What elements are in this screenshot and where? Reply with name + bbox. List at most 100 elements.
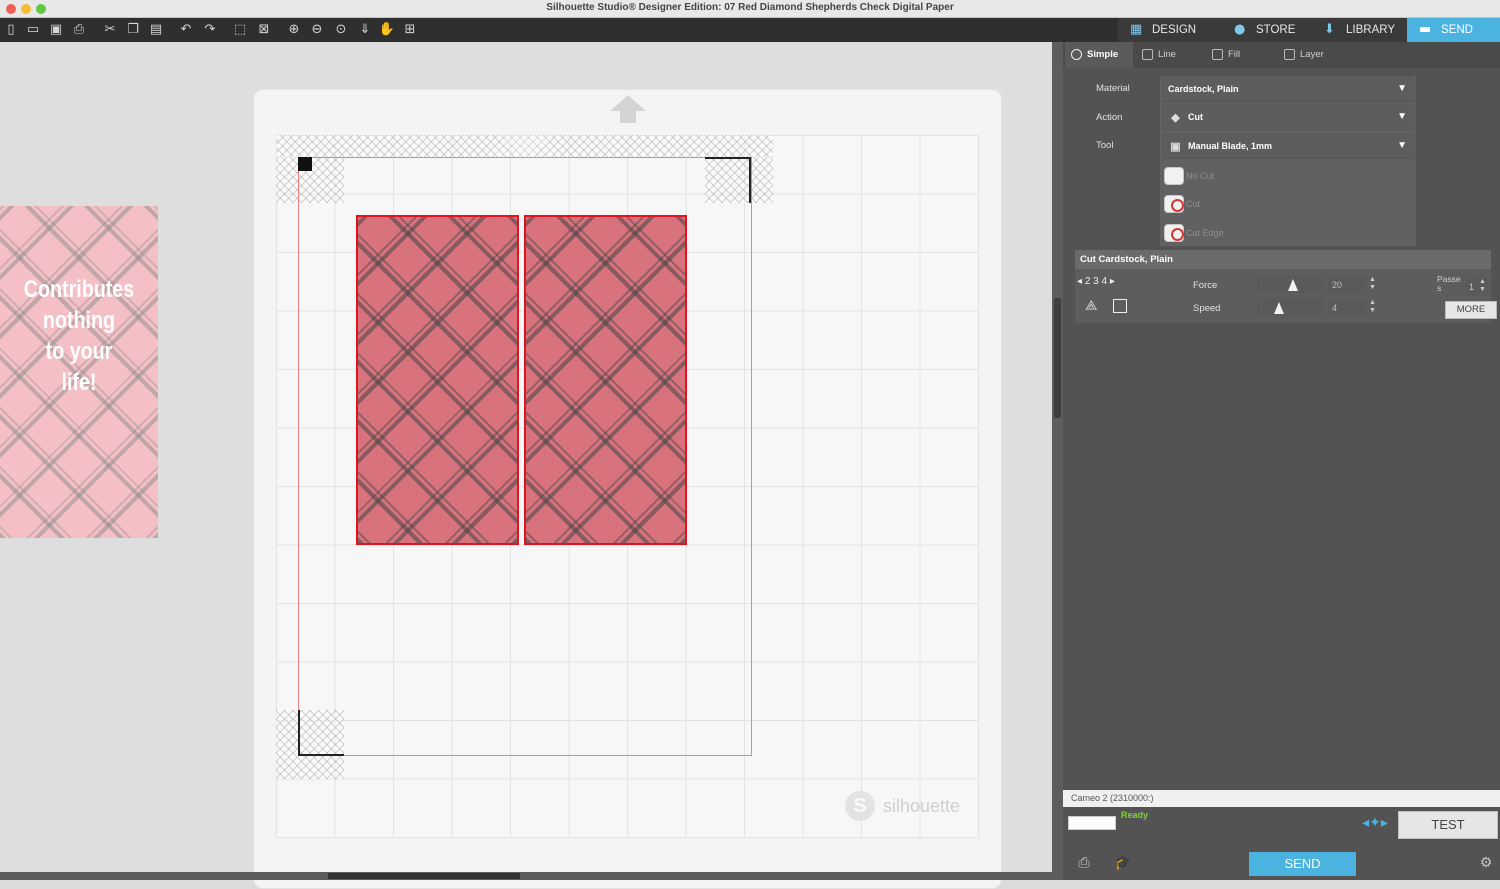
move-arrows-icon[interactable]: ◂✦▸: [1360, 811, 1390, 835]
cameo-icon: ▬: [1419, 22, 1432, 37]
tab-simple[interactable]: Simple: [1065, 42, 1133, 68]
preview-quote-text: Contributes nothing to your life!: [23, 276, 135, 396]
save-icon[interactable]: ▣: [47, 21, 65, 39]
zoom-in-icon[interactable]: ⊕: [285, 21, 303, 39]
tool-value: Manual Blade, 1mm: [1188, 141, 1273, 151]
manual-blade-icon: ▣: [1170, 140, 1181, 153]
action-value: Cut: [1188, 112, 1203, 122]
line-icon: [1142, 49, 1153, 60]
horizontal-scroll-thumb[interactable]: [328, 873, 520, 879]
passes-stepper-icon[interactable]: ▲ ▼: [1479, 278, 1486, 294]
tab-send[interactable]: ▬ SEND: [1407, 18, 1500, 42]
tab-store-label: STORE: [1256, 24, 1296, 36]
option-no-cut-label: No Cut: [1186, 171, 1215, 181]
paste-icon[interactable]: ▤: [147, 21, 165, 39]
material-value: Cardstock, Plain: [1168, 84, 1239, 94]
tab-library-label: LIBRARY: [1346, 24, 1396, 36]
move-down-icon[interactable]: ⇓: [356, 21, 374, 39]
tool-select[interactable]: ▣ Manual Blade, 1mm ▼: [1162, 133, 1415, 159]
gear-icon[interactable]: ⚙: [1475, 854, 1497, 872]
registration-hatch-top: [276, 135, 773, 157]
silhouette-s-icon: ●: [1234, 22, 1246, 37]
window-title: Silhouette Studio® Designer Edition: 07 …: [546, 2, 954, 13]
option-cut-label: Cut: [1186, 199, 1201, 209]
tab-layer[interactable]: Layer: [1278, 42, 1346, 68]
force-slider-thumb[interactable]: [1288, 279, 1298, 291]
radio-icon: [1071, 49, 1082, 60]
machine-cameo-icon[interactable]: ⎙: [1073, 854, 1095, 872]
print-icon[interactable]: ⎙: [70, 21, 88, 39]
feed-direction-arrow-icon: [610, 95, 646, 123]
download-icon: ⬇: [1324, 22, 1335, 37]
plaid-paper-left[interactable]: [356, 215, 519, 545]
chevron-down-icon: ▼: [1397, 111, 1407, 122]
speed-value-field[interactable]: 4: [1328, 299, 1366, 317]
plaid-paper-right[interactable]: [524, 215, 687, 545]
zoom-out-icon[interactable]: ⊖: [308, 21, 326, 39]
cut-settings-body: ◂ 2 3 4 ▸ ⟁ Force 20 ▲ ▼ Speed 4 ▲ ▼ Passe…: [1075, 269, 1497, 323]
open-folder-icon[interactable]: ▭: [24, 21, 42, 39]
send-button[interactable]: SEND: [1249, 852, 1356, 876]
layer-icon: [1284, 49, 1295, 60]
tool-label: Tool: [1096, 140, 1114, 151]
registration-mark-corner-tr: [705, 157, 751, 203]
chevron-down-icon: ▼: [1397, 83, 1407, 94]
deselect-icon[interactable]: ⊠: [255, 21, 273, 39]
blade-icon: ◆: [1171, 111, 1180, 124]
option-cut[interactable]: Cut: [1162, 190, 1415, 218]
action-label: Action: [1096, 112, 1123, 123]
tab-send-label: SEND: [1441, 24, 1473, 36]
option-cut-edge-label: Cut Edge: [1186, 228, 1224, 238]
more-button[interactable]: MORE: [1445, 301, 1497, 319]
zoom-select-icon[interactable]: ⊙: [332, 21, 350, 39]
silhouette-logo-icon: S: [845, 791, 875, 821]
offpage-preview-image[interactable]: Contributes nothing to your life!: [0, 206, 158, 538]
tab-fill[interactable]: Fill: [1206, 42, 1274, 68]
speed-slider[interactable]: [1257, 298, 1323, 316]
undo-icon[interactable]: ↶: [177, 21, 195, 39]
vertical-scroll-thumb[interactable]: [1054, 298, 1061, 418]
tab-line-label: Line: [1158, 49, 1176, 60]
tutorial-cap-icon[interactable]: 🎓: [1112, 854, 1134, 872]
pan-hand-icon[interactable]: ✋: [378, 21, 396, 39]
tab-design[interactable]: ▦ DESIGN: [1118, 18, 1222, 42]
tab-library[interactable]: ⬇ LIBRARY: [1312, 18, 1406, 42]
horizontal-scrollbar[interactable]: [0, 872, 1063, 880]
speed-stepper-icon[interactable]: ▲ ▼: [1369, 299, 1376, 315]
material-select[interactable]: Cardstock, Plain ▼: [1162, 76, 1415, 102]
vertical-scrollbar[interactable]: [1052, 42, 1063, 872]
force-stepper-icon[interactable]: ▲ ▼: [1369, 276, 1376, 292]
machine-status-bar: Cameo 2 (2310000:): [1063, 790, 1500, 807]
option-no-cut[interactable]: No Cut: [1162, 162, 1415, 190]
fill-icon: [1212, 49, 1223, 60]
main-toolbar: ▯ ▭ ▣ ⎙ ✂ ❐ ▤ ↶ ↷ ⬚ ⊠ ⊕ ⊖ ⊙ ⇓ ✋ ⊞: [0, 18, 1118, 42]
select-all-icon[interactable]: ⬚: [231, 21, 249, 39]
watermark-text: silhouette: [883, 796, 961, 816]
force-slider[interactable]: [1257, 275, 1323, 293]
copy-icon[interactable]: ❐: [124, 21, 142, 39]
test-button[interactable]: TEST: [1398, 811, 1498, 839]
cut-edge-icon: [1164, 224, 1184, 242]
no-cut-icon: [1164, 167, 1184, 185]
ratchet-blade-icon[interactable]: [1113, 299, 1127, 313]
blade-tool-icon[interactable]: ⟁: [1085, 297, 1098, 315]
blade-depth-selector[interactable]: ◂ 2 3 4 ▸: [1077, 275, 1115, 289]
force-value-field[interactable]: 20: [1328, 276, 1366, 294]
action-select[interactable]: ◆ Cut ▼: [1162, 104, 1415, 130]
registration-mark-square: [298, 157, 312, 171]
redo-icon[interactable]: ↷: [201, 21, 219, 39]
tab-line[interactable]: Line: [1136, 42, 1204, 68]
machine-status-indicator: [1068, 816, 1116, 830]
speed-slider-thumb[interactable]: [1274, 302, 1284, 314]
ready-status-text: Ready: [1121, 810, 1149, 820]
option-cut-edge[interactable]: Cut Edge: [1162, 219, 1415, 247]
tab-store[interactable]: ● STORE: [1222, 18, 1318, 42]
passes-label: Passes: [1437, 274, 1461, 293]
registration-mark-corner-bl: [298, 710, 344, 756]
new-document-icon[interactable]: ▯: [2, 21, 20, 39]
nav-tabs: ▦ DESIGN ● STORE ⬇ LIBRARY ▬ SEND: [1118, 18, 1500, 42]
fit-to-page-icon[interactable]: ⊞: [401, 21, 419, 39]
force-label: Force: [1193, 280, 1218, 291]
cut-icon[interactable]: ✂: [101, 21, 119, 39]
blade-depth-digits: 2 3 4: [1084, 276, 1108, 287]
